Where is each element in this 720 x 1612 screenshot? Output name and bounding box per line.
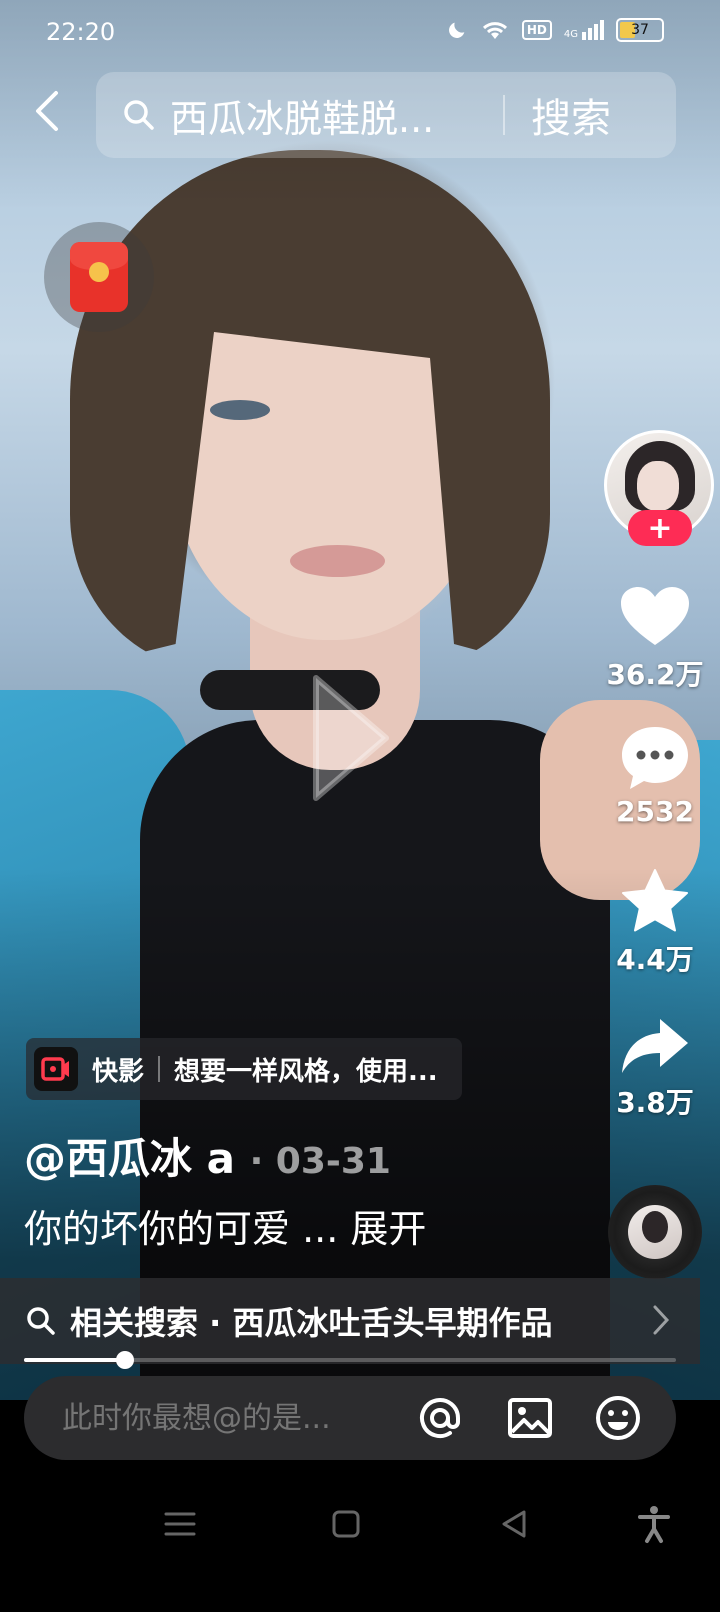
red-packet-button[interactable] [44,222,154,332]
emoji-icon[interactable] [594,1394,642,1442]
image-icon[interactable] [506,1394,554,1442]
effect-tag[interactable]: 快影 想要一样风格，使用... [26,1038,462,1100]
progress-fill [24,1358,126,1362]
share-count: 3.8万 [616,1086,694,1119]
back-arrow-icon [36,91,58,131]
related-search-bar[interactable]: 相关搜索 · 西瓜冰吐舌头早期作品 [0,1278,700,1364]
wifi-icon [482,22,507,39]
status-icons: HD 4G 37 [446,18,664,42]
signal-icon: 4G [564,20,604,40]
search-query[interactable]: 西瓜冰脱鞋脱... [170,88,475,143]
at-icon[interactable] [416,1394,464,1442]
accessibility-icon[interactable] [634,1504,674,1544]
kuaiying-logo-icon [34,1047,78,1091]
post-date: · 03-31 [249,1141,391,1182]
chevron-right-icon [653,1305,670,1335]
red-packet-icon [70,242,128,312]
follow-button[interactable]: + [628,510,692,546]
star-icon [622,869,688,932]
search-icon [27,1307,55,1335]
system-nav-bar [0,1470,720,1612]
home-square-icon[interactable] [326,1504,366,1544]
effect-separator [158,1056,161,1082]
like-count: 36.2万 [606,658,704,691]
author-name[interactable]: @西瓜冰 a [24,1134,235,1183]
menu-icon[interactable] [160,1504,200,1544]
search-divider [503,95,505,135]
comment-input[interactable] [60,1399,414,1437]
favorite-count: 4.4万 [616,943,694,976]
search-bar[interactable]: 西瓜冰脱鞋脱... 搜索 [96,72,676,158]
back-triangle-icon[interactable] [494,1504,534,1544]
comment-bubble-icon [622,727,688,789]
follow-label: + [647,510,673,546]
network-type: 4G [563,29,578,40]
play-icon[interactable] [306,668,396,808]
back-button[interactable] [22,86,72,136]
share-arrow-icon [622,1019,688,1073]
expand-link[interactable]: 展开 [350,1207,426,1251]
music-disc-icon [628,1205,682,1259]
moon-icon [448,22,465,38]
effect-description: 想要一样风格，使用... [174,1056,438,1087]
battery-icon: 37 [616,18,664,42]
search-button[interactable]: 搜索 [531,86,611,144]
video-progress-bar[interactable] [24,1351,676,1369]
comment-count: 2532 [616,795,694,828]
caption-text: 你的坏你的可爱 ... [24,1207,339,1251]
share-button[interactable]: 3.8万 [590,1015,720,1121]
favorite-button[interactable]: 4.4万 [590,868,720,978]
heart-icon [621,587,689,645]
caption[interactable]: 你的坏你的可爱 ... 展开 [24,1198,426,1253]
effect-name: 快影 [92,1056,145,1087]
comment-bar [24,1376,676,1460]
comment-button[interactable]: 2532 [590,725,720,828]
progress-knob[interactable] [116,1351,135,1369]
battery-level: 37 [631,22,649,38]
author-line[interactable]: @西瓜冰 a · 03-31 [24,1125,391,1186]
hd-badge: HD [521,20,552,40]
status-bar: 22:20 HD 4G 37 [0,0,720,64]
search-icon [124,100,154,130]
status-time: 22:20 [46,18,116,46]
related-search-text: 相关搜索 · 西瓜冰吐舌头早期作品 [70,1304,553,1342]
like-button[interactable]: 36.2万 [590,585,720,693]
music-disc-button[interactable] [608,1185,702,1279]
